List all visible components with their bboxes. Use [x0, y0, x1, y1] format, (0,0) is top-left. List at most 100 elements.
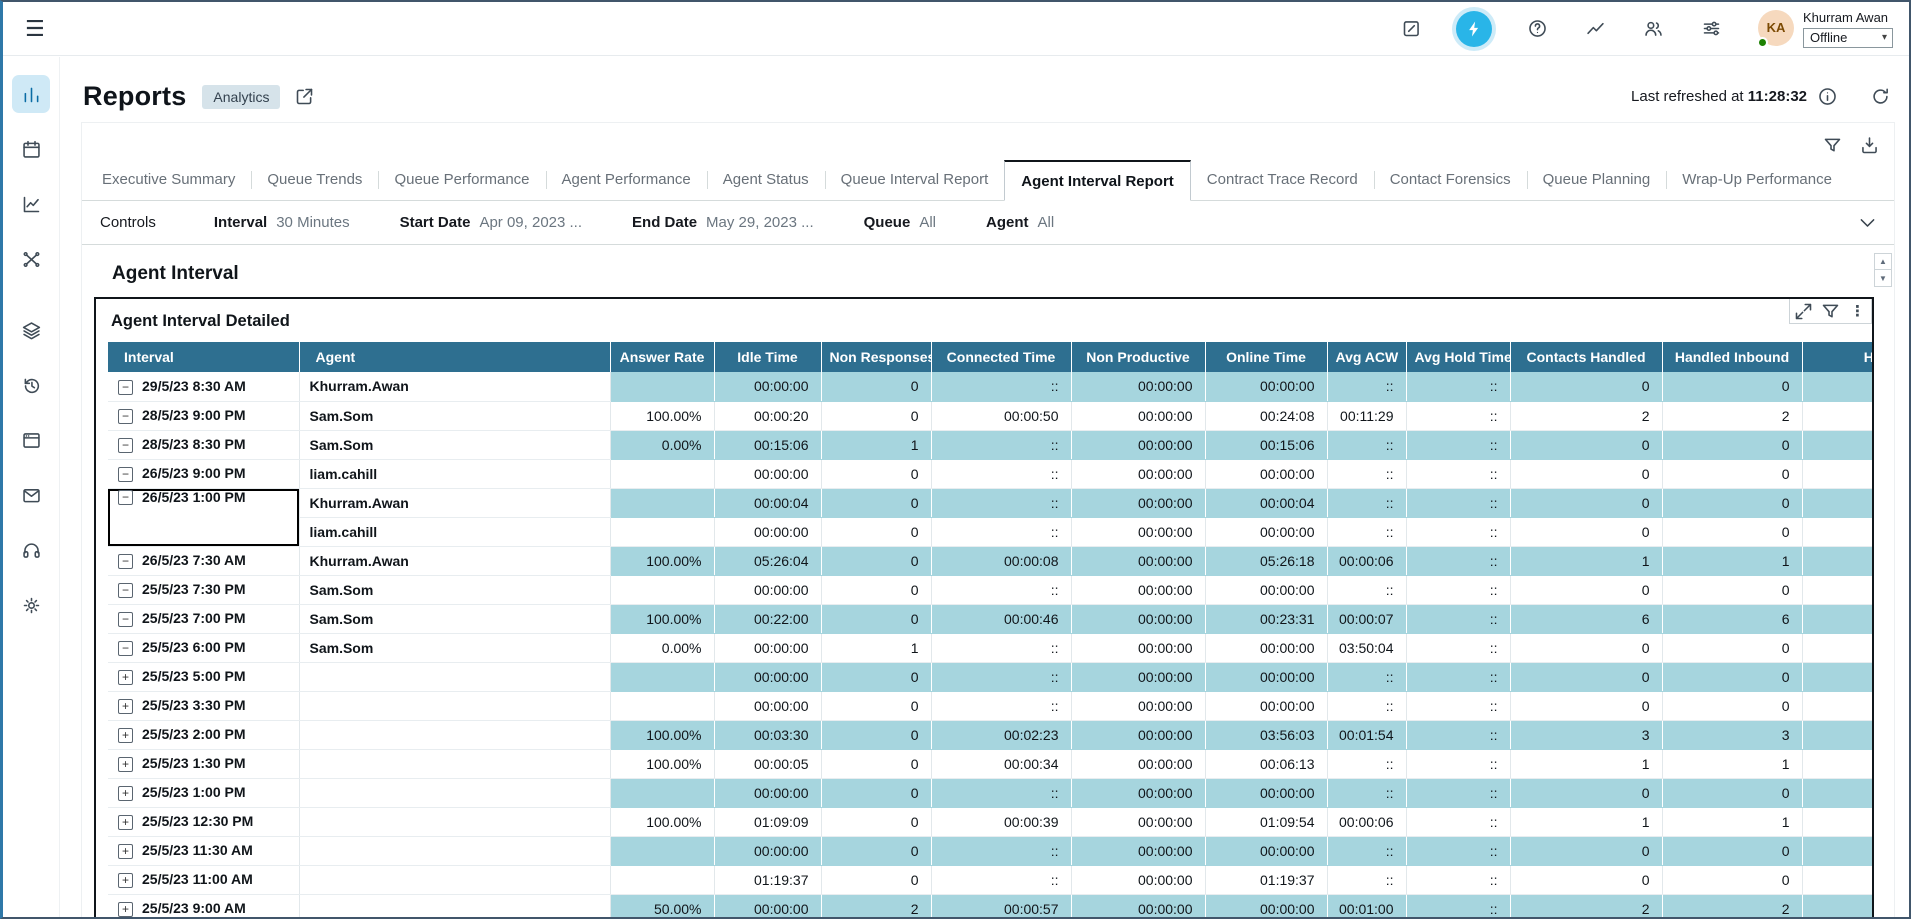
value-cell[interactable]: 00:00:00 [1205, 517, 1327, 546]
value-cell[interactable]: :: [1327, 517, 1406, 546]
value-cell[interactable]: :: [931, 575, 1071, 604]
value-cell[interactable]: 0 [821, 865, 931, 894]
metrics-icon[interactable] [1582, 16, 1608, 42]
interval-cell[interactable]: −29/5/23 8:30 AM [108, 372, 299, 401]
value-cell[interactable]: 01:19:37 [1205, 865, 1327, 894]
value-cell[interactable] [1802, 517, 1872, 546]
control-end-date[interactable]: End DateMay 29, 2023 ... [632, 214, 814, 231]
value-cell[interactable]: 00:00:39 [931, 807, 1071, 836]
tab-agent-status[interactable]: Agent Status [707, 160, 825, 200]
value-cell[interactable]: :: [1406, 749, 1510, 778]
value-cell[interactable]: 00:00:00 [1205, 778, 1327, 807]
value-cell[interactable]: 00:00:00 [714, 372, 821, 401]
maximize-icon[interactable] [1790, 299, 1817, 323]
value-cell[interactable]: 00:00:06 [1327, 546, 1406, 575]
value-cell[interactable]: 1 [1510, 546, 1662, 575]
expand-row-icon[interactable]: + [118, 728, 133, 743]
value-cell[interactable]: 00:00:00 [1071, 691, 1205, 720]
value-cell[interactable]: 00:00:04 [714, 488, 821, 517]
value-cell[interactable]: :: [1327, 575, 1406, 604]
value-cell[interactable]: :: [1327, 749, 1406, 778]
value-cell[interactable]: 0 [1662, 488, 1802, 517]
value-cell[interactable]: 00:00:00 [1071, 836, 1205, 865]
value-cell[interactable]: 0 [1662, 865, 1802, 894]
agent-cell[interactable]: liam.cahill [299, 459, 610, 488]
value-cell[interactable] [1802, 865, 1872, 894]
value-cell[interactable]: 00:00:00 [1071, 749, 1205, 778]
interval-cell[interactable]: −25/5/23 7:00 PM [108, 604, 299, 633]
sidebar-trends-icon[interactable] [12, 185, 50, 223]
value-cell[interactable] [1802, 778, 1872, 807]
value-cell[interactable]: 00:06:13 [1205, 749, 1327, 778]
value-cell[interactable]: 00:00:50 [931, 401, 1071, 430]
interval-cell[interactable]: −25/5/23 7:30 PM [108, 575, 299, 604]
value-cell[interactable]: 0 [821, 488, 931, 517]
value-cell[interactable]: :: [1406, 517, 1510, 546]
column-header-answer-rate[interactable]: Answer Rate [610, 342, 714, 372]
value-cell[interactable]: 00:22:00 [714, 604, 821, 633]
value-cell[interactable]: 01:09:54 [1205, 807, 1327, 836]
agent-cell[interactable]: Khurram.Awan [299, 546, 610, 575]
value-cell[interactable] [610, 575, 714, 604]
scroll-down-icon[interactable]: ▼ [1874, 270, 1892, 287]
value-cell[interactable]: 1 [1662, 546, 1802, 575]
value-cell[interactable]: 100.00% [610, 604, 714, 633]
agent-cell[interactable] [299, 749, 610, 778]
value-cell[interactable] [1802, 401, 1872, 430]
value-cell[interactable]: 00:01:00 [1327, 894, 1406, 917]
value-cell[interactable]: :: [931, 430, 1071, 459]
value-cell[interactable]: 0 [821, 401, 931, 430]
agent-cell[interactable] [299, 778, 610, 807]
value-cell[interactable]: :: [931, 372, 1071, 401]
agent-cell[interactable]: liam.cahill [299, 517, 610, 546]
value-cell[interactable]: 0 [1510, 836, 1662, 865]
value-cell[interactable]: :: [931, 865, 1071, 894]
interval-cell[interactable]: +25/5/23 11:30 AM [108, 836, 299, 865]
value-cell[interactable]: 2 [1510, 401, 1662, 430]
column-header-online-time[interactable]: Online Time [1205, 342, 1327, 372]
value-cell[interactable]: 1 [1662, 807, 1802, 836]
agent-cell[interactable] [299, 691, 610, 720]
value-cell[interactable]: :: [1406, 459, 1510, 488]
value-cell[interactable]: 0 [1662, 662, 1802, 691]
value-cell[interactable]: 00:00:00 [1205, 633, 1327, 662]
value-cell[interactable] [1802, 691, 1872, 720]
value-cell[interactable]: 0 [1510, 662, 1662, 691]
value-cell[interactable]: 3 [1510, 720, 1662, 749]
agent-cell[interactable]: Sam.Som [299, 401, 610, 430]
value-cell[interactable] [1802, 575, 1872, 604]
interval-cell[interactable]: +25/5/23 12:30 PM [108, 807, 299, 836]
agent-cell[interactable]: Khurram.Awan [299, 488, 610, 517]
interval-cell[interactable]: +25/5/23 9:00 AM [108, 894, 299, 917]
value-cell[interactable]: :: [1406, 401, 1510, 430]
expand-row-icon[interactable]: + [118, 873, 133, 888]
value-cell[interactable]: :: [1327, 865, 1406, 894]
value-cell[interactable]: :: [931, 517, 1071, 546]
interval-cell[interactable]: −26/5/23 7:30 AM [108, 546, 299, 575]
lightning-icon[interactable] [1456, 11, 1492, 47]
value-cell[interactable]: 00:00:00 [1071, 401, 1205, 430]
value-cell[interactable]: 0 [821, 662, 931, 691]
value-cell[interactable]: 00:00:46 [931, 604, 1071, 633]
value-cell[interactable]: 0 [821, 575, 931, 604]
value-cell[interactable]: 1 [821, 430, 931, 459]
value-cell[interactable]: 0 [1510, 517, 1662, 546]
value-cell[interactable]: :: [931, 488, 1071, 517]
value-cell[interactable]: 00:00:04 [1205, 488, 1327, 517]
value-cell[interactable]: 00:01:54 [1327, 720, 1406, 749]
value-cell[interactable]: 00:00:00 [1071, 459, 1205, 488]
value-cell[interactable] [610, 778, 714, 807]
value-cell[interactable]: :: [1327, 662, 1406, 691]
expand-row-icon[interactable]: + [118, 844, 133, 859]
value-cell[interactable] [610, 517, 714, 546]
value-cell[interactable]: :: [1406, 604, 1510, 633]
value-cell[interactable] [610, 836, 714, 865]
value-cell[interactable] [1802, 430, 1872, 459]
value-cell[interactable]: :: [931, 633, 1071, 662]
column-header-handled-inbound[interactable]: Handled Inbound [1662, 342, 1802, 372]
value-cell[interactable]: 2 [821, 894, 931, 917]
value-cell[interactable]: 0 [1510, 488, 1662, 517]
value-cell[interactable]: 0 [1510, 372, 1662, 401]
value-cell[interactable]: 0 [821, 720, 931, 749]
value-cell[interactable]: :: [1406, 865, 1510, 894]
